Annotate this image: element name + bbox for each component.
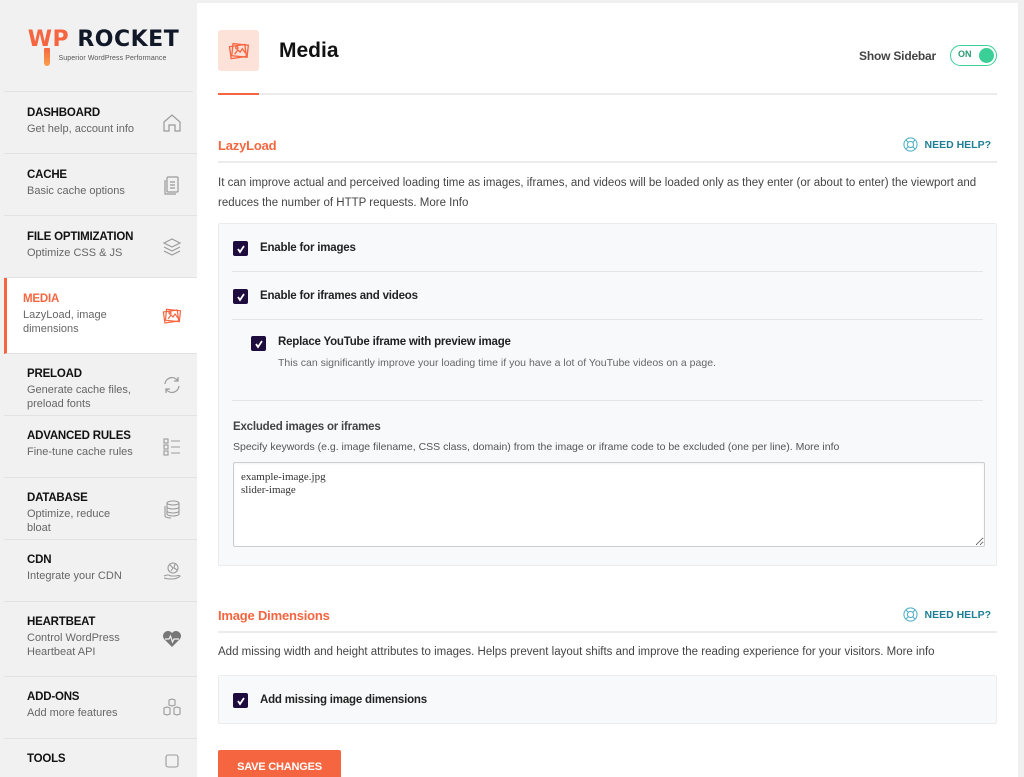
lazyload-need-help-link[interactable]: NEED HELP? <box>903 137 991 152</box>
wp-rocket-logo[interactable]: WP ROCKET Superior WordPress Performance <box>4 0 193 92</box>
scrollbar-track[interactable] <box>1018 0 1024 777</box>
page-title: Media <box>279 39 339 62</box>
image-dimensions-panel: Add missing image dimensions <box>218 675 997 724</box>
add-dimensions-checkbox[interactable] <box>233 693 248 708</box>
sidebar-item-file-optimization[interactable]: FILE OPTIMIZATION Optimize CSS & JS <box>4 216 197 278</box>
sidebar-item-desc: Get help, account info <box>27 123 135 135</box>
layers-icon <box>161 236 183 258</box>
sidebar: WP ROCKET Superior WordPress Performance… <box>0 0 197 777</box>
image-dimensions-need-help-link[interactable]: NEED HELP? <box>903 607 991 622</box>
sidebar-item-database[interactable]: DATABASE Optimize, reduce bloat <box>4 478 197 540</box>
sidebar-item-desc: Basic cache options <box>27 185 125 197</box>
sidebar-item-desc: Optimize CSS & JS <box>27 247 123 259</box>
show-sidebar-label: Show Sidebar <box>859 49 936 63</box>
logo-tagline: Superior WordPress Performance <box>58 55 167 62</box>
youtube-preview-description: This can significantly improve your load… <box>278 357 716 369</box>
sidebar-item-desc: Integrate your CDN <box>27 570 122 582</box>
sidebar-item-desc: LazyLoad, image dimensions <box>23 309 107 335</box>
page-header: Media Show Sidebar ON <box>218 30 997 95</box>
sidebar-item-add-ons[interactable]: ADD-ONS Add more features <box>4 677 197 739</box>
enable-iframes-checkbox[interactable] <box>233 289 248 304</box>
option-youtube-preview: Replace YouTube iframe with preview imag… <box>232 320 983 401</box>
toggle-state-text: ON <box>958 49 972 59</box>
tools-icon <box>161 750 183 772</box>
sidebar-item-preload[interactable]: PRELOAD Generate cache files, preload fo… <box>4 354 197 416</box>
lifebuoy-icon <box>903 137 919 152</box>
rocket-flame-icon <box>44 48 50 66</box>
save-changes-button[interactable]: SAVE CHANGES <box>218 750 341 777</box>
toggle-knob <box>979 48 994 63</box>
option-enable-iframes: Enable for iframes and videos <box>232 272 983 320</box>
lifebuoy-icon <box>903 607 919 622</box>
excluded-images-textarea[interactable] <box>233 462 985 547</box>
main-content: Media Show Sidebar ON LazyLoad NEED HELP… <box>197 0 1018 777</box>
sidebar-item-desc: Control WordPress Heartbeat API <box>27 632 120 658</box>
cubes-icon <box>161 697 183 719</box>
sidebar-item-cdn[interactable]: CDN Integrate your CDN <box>4 540 197 602</box>
checklist-icon <box>161 436 183 458</box>
enable-images-checkbox[interactable] <box>233 241 248 256</box>
sidebar-item-dashboard[interactable]: DASHBOARD Get help, account info <box>4 92 197 154</box>
header-accent-bar <box>218 93 259 95</box>
image-dimensions-description: Add missing width and height attributes … <box>218 646 935 658</box>
excluded-description: Specify keywords (e.g. image filename, C… <box>233 441 840 453</box>
sidebar-item-desc: Fine-tune cache rules <box>27 446 133 458</box>
show-sidebar-toggle[interactable]: ON <box>950 45 997 66</box>
lazyload-section-header: LazyLoad NEED HELP? <box>218 133 997 163</box>
images-icon <box>161 305 183 327</box>
globe-hand-icon <box>161 560 183 582</box>
lazyload-options-panel: Enable for images Enable for iframes and… <box>218 223 997 566</box>
youtube-preview-checkbox[interactable] <box>251 336 266 351</box>
document-icon <box>161 174 183 196</box>
image-dimensions-section-header: Image Dimensions NEED HELP? <box>218 603 997 633</box>
option-enable-images: Enable for images <box>232 224 983 272</box>
lazyload-title: LazyLoad <box>218 138 277 153</box>
enable-images-label[interactable]: Enable for images <box>260 242 356 254</box>
heartbeat-icon <box>161 628 183 650</box>
youtube-preview-label[interactable]: Replace YouTube iframe with preview imag… <box>278 336 511 348</box>
sidebar-item-desc: Generate cache files, preload fonts <box>27 384 131 410</box>
sidebar-item-desc: Optimize, reduce bloat <box>27 508 111 534</box>
need-help-label: NEED HELP? <box>924 138 991 151</box>
home-icon <box>161 112 183 134</box>
sidebar-item-title: HEARTBEAT <box>27 616 96 628</box>
add-dimensions-label[interactable]: Add missing image dimensions <box>260 694 427 706</box>
sidebar-item-heartbeat[interactable]: HEARTBEAT Control WordPress Heartbeat AP… <box>4 602 197 677</box>
refresh-icon <box>161 374 183 396</box>
sidebar-item-desc: Add more features <box>27 707 118 719</box>
excluded-title: Excluded images or iframes <box>233 421 381 433</box>
sidebar-item-title: MEDIA <box>23 293 60 305</box>
enable-iframes-label[interactable]: Enable for iframes and videos <box>260 290 418 302</box>
lazyload-description: It can improve actual and perceived load… <box>218 177 977 209</box>
database-icon <box>161 498 183 520</box>
media-header-icon <box>218 30 259 71</box>
sidebar-item-advanced-rules[interactable]: ADVANCED RULES Fine-tune cache rules <box>4 416 197 478</box>
sidebar-item-tools[interactable]: TOOLS <box>4 739 197 777</box>
sidebar-item-cache[interactable]: CACHE Basic cache options <box>4 154 197 216</box>
need-help-label: NEED HELP? <box>924 608 991 621</box>
sidebar-item-media[interactable]: MEDIA LazyLoad, image dimensions <box>4 278 197 354</box>
logo-text: WP ROCKET <box>27 27 180 52</box>
image-dimensions-title: Image Dimensions <box>218 608 330 623</box>
